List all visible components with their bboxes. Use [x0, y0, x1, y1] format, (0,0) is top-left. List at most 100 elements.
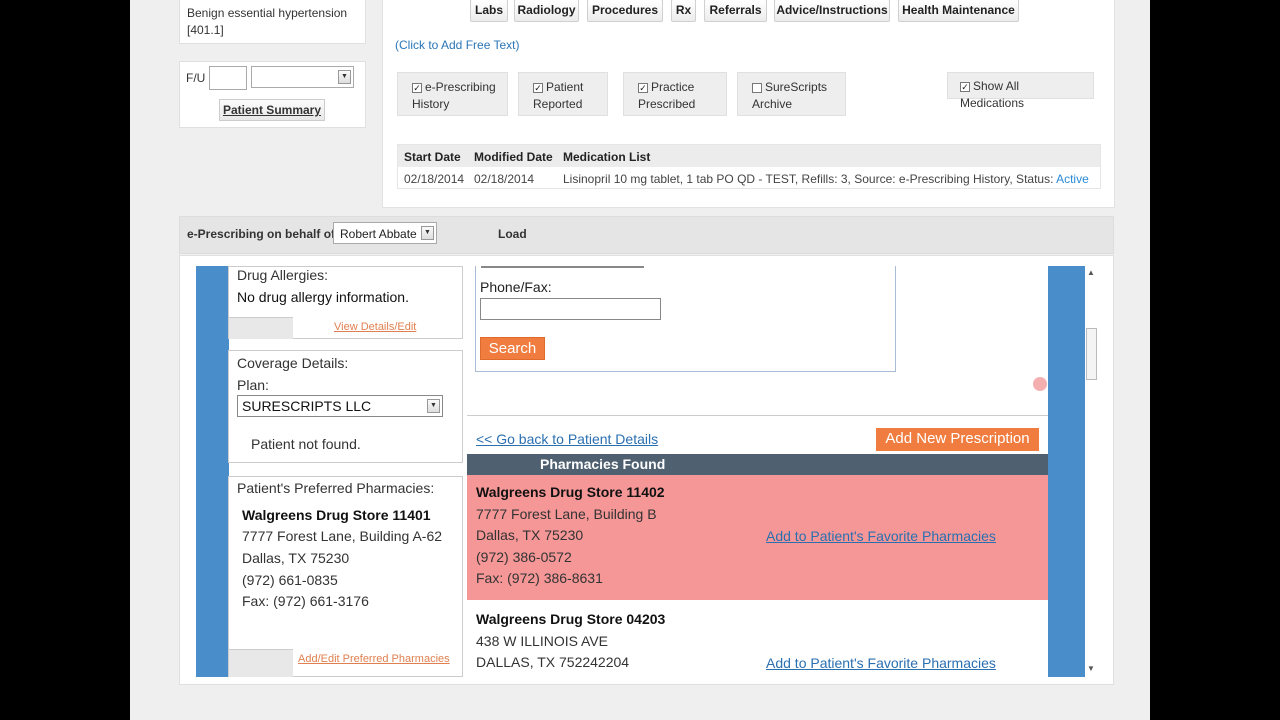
plan-select-value: SURESCRIPTS LLC — [242, 398, 372, 414]
filter-practice-prescribed[interactable]: ✓ Practice Prescribed — [623, 72, 727, 116]
previous-input-edge — [481, 266, 644, 268]
tab-referrals[interactable]: Referrals — [704, 0, 767, 22]
back-to-patient-details-link[interactable]: << Go back to Patient Details — [476, 431, 658, 447]
checkbox-checked-icon[interactable]: ✓ — [638, 82, 648, 93]
provider-select-value: Robert Abbate — [340, 227, 417, 241]
chevron-down-icon: ▼ — [338, 70, 351, 84]
followup-unit-select[interactable]: ▼ — [251, 66, 354, 88]
pharmacy-results: << Go back to Patient Details Add New Pr… — [467, 422, 1048, 677]
drug-allergies-card: Drug Allergies: No drug allergy informat… — [228, 266, 463, 339]
preferred-pharmacy-city: Dallas, TX 75230 — [242, 550, 350, 566]
cursor-highlight-dot — [1033, 377, 1047, 391]
pharmacy-name: Walgreens Drug Store 11402 — [476, 484, 665, 500]
filter-patient-reported[interactable]: ✓ Patient Reported — [518, 72, 608, 116]
view-details-edit-link[interactable]: View Details/Edit — [334, 321, 416, 333]
preferred-pharmacy-fax: Fax: (972) 661-3176 — [242, 593, 369, 609]
phone-fax-input[interactable] — [480, 298, 661, 320]
filter-show-all-medications[interactable]: ✓ Show All Medications — [947, 72, 1094, 110]
tab-rx[interactable]: Rx — [671, 0, 696, 22]
plan-label: Plan: — [237, 377, 269, 393]
tab-health-maintenance[interactable]: Health Maintenance — [898, 0, 1019, 22]
add-free-text-link[interactable]: (Click to Add Free Text) — [395, 38, 520, 52]
eprescribing-label: e-Prescribing on behalf of — [187, 227, 336, 241]
filter-label: e-Prescribing — [425, 80, 496, 94]
filter-label: Prescribed — [638, 97, 696, 111]
pharmacy-address: 7777 Forest Lane, Building B — [476, 505, 657, 522]
app-screen: Benign essential hypertension [401.1] F/… — [130, 0, 1150, 720]
medication-table: Start Date Modified Date Medication List… — [397, 144, 1101, 189]
coverage-details-card: Coverage Details: Plan: SURESCRIPTS LLC … — [228, 350, 463, 463]
add-new-prescription-button[interactable]: Add New Prescription — [876, 428, 1039, 451]
checkbox-checked-icon[interactable]: ✓ — [412, 82, 422, 93]
provider-select[interactable]: Robert Abbate ▼ — [333, 222, 437, 244]
pharmacy-result-row[interactable]: Walgreens Drug Store 04203 438 W ILLINOI… — [467, 602, 1048, 677]
filter-label: Practice — [651, 80, 695, 94]
column-header: Modified Date — [474, 150, 553, 164]
pharmacy-fax: Fax: (972) 386-8631 — [476, 570, 603, 586]
diagnosis-text: Benign essential hypertension [401.1] — [187, 6, 348, 37]
add-to-favorite-pharmacies-link[interactable]: Add to Patient's Favorite Pharmacies — [766, 653, 996, 675]
diagnosis-card: Benign essential hypertension [401.1] — [179, 0, 366, 44]
chevron-down-icon: ▼ — [427, 399, 440, 413]
pharmacies-found-header: Pharmacies Found — [467, 454, 1048, 475]
filter-label: History — [412, 97, 450, 111]
vertical-scrollbar[interactable]: ▲ ▼ — [1085, 266, 1098, 677]
filter-label: SureScripts — [765, 80, 828, 94]
pharmacy-address: 438 W ILLINOIS AVE — [476, 632, 609, 649]
table-header: Start Date Modified Date Medication List — [398, 145, 1100, 167]
tab-labs[interactable]: Labs — [470, 0, 508, 22]
filter-label: Patient — [546, 80, 584, 94]
search-button[interactable]: Search — [480, 337, 545, 360]
checkbox-checked-icon[interactable]: ✓ — [533, 82, 543, 93]
eprescribing-bar: e-Prescribing on behalf of Robert Abbate… — [179, 216, 1114, 254]
pharmacy-search-form: Phone/Fax: Search — [475, 266, 896, 372]
followup-card: F/U ▼ Patient Summary — [179, 61, 366, 128]
load-button[interactable]: Load — [498, 227, 527, 241]
column-header: Start Date — [404, 150, 461, 164]
coverage-label: Coverage Details: — [237, 355, 349, 371]
coverage-status: Patient not found. — [251, 436, 361, 452]
tab-procedures[interactable]: Procedures — [587, 0, 663, 22]
pharmacy-result-row[interactable]: Walgreens Drug Store 11402 7777 Forest L… — [467, 475, 1048, 600]
allergies-value: No drug allergy information. — [237, 289, 409, 305]
tab-advice-instructions[interactable]: Advice/Instructions — [774, 0, 890, 22]
column-header: Medication List — [563, 150, 651, 164]
filter-eprescribing-history[interactable]: ✓ e-Prescribing History — [397, 72, 508, 116]
checkbox-checked-icon[interactable]: ✓ — [960, 81, 970, 92]
strip — [229, 649, 293, 677]
medication-text: Lisinopril 10 mg tablet, 1 tab PO QD - T… — [563, 172, 1057, 186]
add-edit-preferred-pharmacies-link[interactable]: Add/Edit Preferred Pharmacies — [298, 653, 450, 665]
checkbox-unchecked-icon[interactable] — [752, 82, 762, 93]
medication-cell: Lisinopril 10 mg tablet, 1 tab PO QD - T… — [563, 172, 1089, 186]
filter-surescripts-archive[interactable]: SureScripts Archive — [737, 72, 846, 116]
pharmacy-name: Walgreens Drug Store 04203 — [476, 611, 666, 627]
medications-panel: Labs Radiology Procedures Rx Referrals A… — [382, 0, 1115, 208]
tab-radiology[interactable]: Radiology — [514, 0, 579, 22]
status-link[interactable]: Active — [1056, 172, 1089, 186]
table-row[interactable]: 02/18/2014 02/18/2014 Lisinopril 10 mg t… — [398, 167, 1100, 190]
chevron-down-icon: ▼ — [421, 226, 434, 240]
scrollbar-thumb[interactable] — [1086, 328, 1097, 380]
start-date-cell: 02/18/2014 — [404, 172, 465, 186]
preferred-pharmacy-name: Walgreens Drug Store 11401 — [242, 507, 431, 523]
modified-date-cell: 02/18/2014 — [474, 172, 535, 186]
preferred-pharmacy-phone: (972) 661-0835 — [242, 572, 338, 588]
add-to-favorite-pharmacies-link[interactable]: Add to Patient's Favorite Pharmacies — [766, 526, 996, 548]
filter-label: Reported — [533, 97, 583, 111]
allergies-label: Drug Allergies: — [237, 267, 329, 283]
followup-label: F/U — [186, 71, 206, 85]
phone-fax-label: Phone/Fax: — [480, 279, 552, 295]
followup-number-input[interactable] — [209, 66, 247, 90]
filter-label: Archive — [752, 97, 793, 111]
pharmacy-phone: (972) 386-0572 — [476, 548, 572, 565]
left-blue-bar — [196, 266, 229, 677]
preferred-pharmacy-address: 7777 Forest Lane, Building A-62 — [242, 528, 443, 544]
right-blue-bar — [1048, 266, 1085, 677]
strip — [229, 317, 293, 339]
patient-summary-button[interactable]: Patient Summary — [219, 99, 325, 121]
preferred-pharmacies-card: Patient's Preferred Pharmacies: Walgreen… — [228, 476, 463, 677]
preferred-label: Patient's Preferred Pharmacies: — [237, 480, 435, 496]
plan-select[interactable]: SURESCRIPTS LLC ▼ — [237, 395, 443, 417]
scroll-down-icon[interactable]: ▼ — [1087, 664, 1095, 673]
scroll-up-icon[interactable]: ▲ — [1087, 268, 1095, 277]
